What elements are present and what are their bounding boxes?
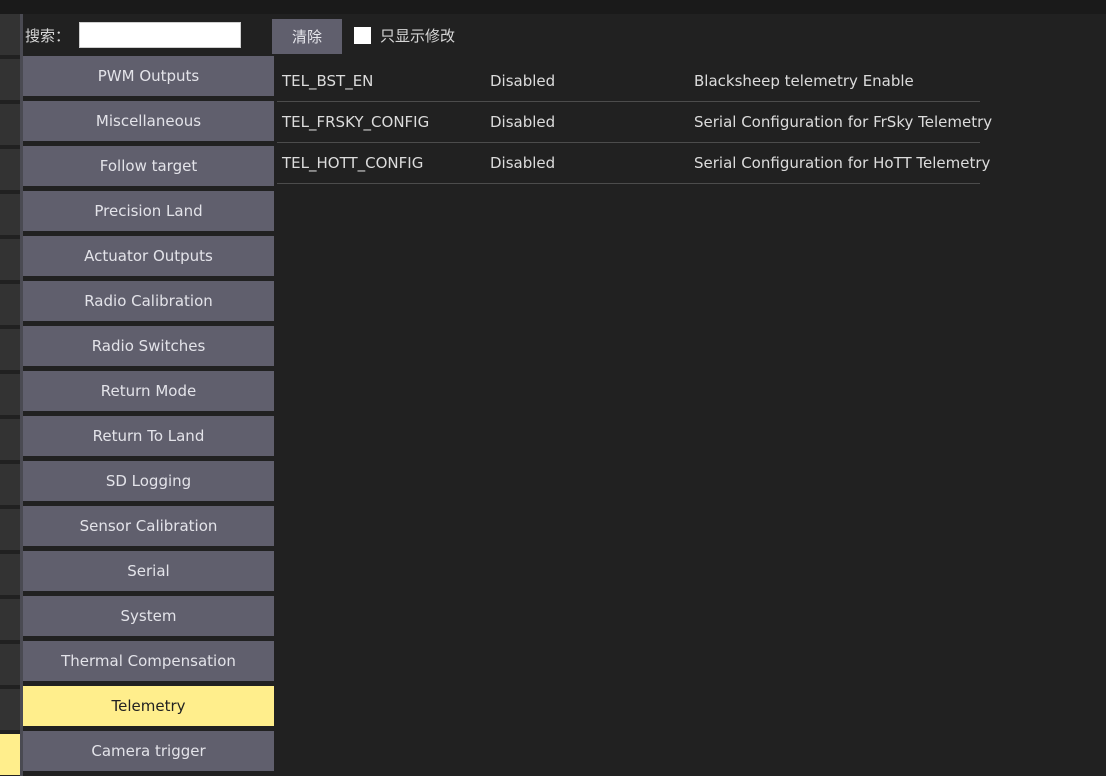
sidebar-item-follow-target[interactable]: Follow target: [23, 146, 274, 186]
sidebar-item-precision-land[interactable]: Precision Land: [23, 191, 274, 231]
sidebar-item-label: System: [120, 607, 177, 625]
sidebar-item-label: Thermal Compensation: [61, 652, 236, 670]
sidebar-item-label: Sensor Calibration: [79, 517, 218, 535]
sidebar-item-telemetry[interactable]: Telemetry: [23, 686, 274, 726]
window-top-strip: [0, 0, 1106, 14]
sidebar-item-label: Follow target: [99, 157, 198, 175]
left-clipped-item[interactable]: [0, 599, 20, 640]
left-clipped-item[interactable]: [0, 689, 20, 730]
param-name: TEL_FRSKY_CONFIG: [282, 113, 430, 131]
left-clipped-item[interactable]: [0, 464, 20, 505]
left-clipped-item[interactable]: [0, 194, 20, 235]
left-clipped-item[interactable]: [0, 554, 20, 595]
param-value: Disabled: [490, 154, 556, 172]
sidebar-item-label: Radio Calibration: [84, 292, 213, 310]
param-description: Serial Configuration for HoTT Telemetry: [694, 154, 991, 172]
left-clipped-item[interactable]: [0, 734, 20, 775]
left-clipped-item[interactable]: [0, 329, 20, 370]
table-row[interactable]: TEL_BST_EN Disabled Blacksheep telemetry E…: [277, 61, 980, 102]
left-clipped-item[interactable]: [0, 59, 20, 100]
sidebar-item-label: Camera trigger: [91, 742, 206, 760]
sidebar-item-system[interactable]: System: [23, 596, 274, 636]
param-value: Disabled: [490, 72, 556, 90]
sidebar-item-sd-logging[interactable]: SD Logging: [23, 461, 274, 501]
sidebar-item-serial[interactable]: Serial: [23, 551, 274, 591]
sidebar-item-label: Telemetry: [111, 697, 186, 715]
param-name: TEL_BST_EN: [282, 72, 374, 90]
sidebar-item-radio-calibration[interactable]: Radio Calibration: [23, 281, 274, 321]
sidebar-item-label: Precision Land: [94, 202, 203, 220]
show-modified-label: 只显示修改: [380, 27, 456, 45]
show-modified-checkbox[interactable]: [354, 27, 371, 44]
sidebar-item-sensor-calibration[interactable]: Sensor Calibration: [23, 506, 274, 546]
left-clipped-item[interactable]: [0, 104, 20, 145]
table-row[interactable]: TEL_FRSKY_CONFIG Disabled Serial Configura…: [277, 102, 992, 143]
sidebar-item-actuator-outputs[interactable]: Actuator Outputs: [23, 236, 274, 276]
sidebar-item-label: Actuator Outputs: [84, 247, 213, 265]
sidebar-item-label: SD Logging: [105, 472, 192, 490]
sidebar-item-pwm-outputs[interactable]: PWM Outputs: [23, 56, 274, 96]
search-input[interactable]: [79, 22, 241, 48]
table-row[interactable]: TEL_HOTT_CONFIG Disabled Serial Configurat…: [277, 143, 990, 184]
left-clipped-item[interactable]: [0, 149, 20, 190]
sidebar-item-return-to-land[interactable]: Return To Land: [23, 416, 274, 456]
left-clipped-item[interactable]: [0, 284, 20, 325]
sidebar-item-return-mode[interactable]: Return Mode: [23, 371, 274, 411]
param-name: TEL_HOTT_CONFIG: [282, 154, 424, 172]
parameter-table[interactable]: TEL_BST_EN Disabled Blacksheep telemetry E…: [277, 61, 992, 184]
sidebar-item-label: Miscellaneous: [95, 112, 202, 130]
search-toolbar: 搜索： 清除 只显示修改: [23, 14, 1106, 56]
param-value: Disabled: [490, 113, 556, 131]
sidebar-item-camera-trigger[interactable]: Camera trigger: [23, 731, 274, 771]
param-description: Serial Configuration for FrSky Telemetry: [694, 113, 993, 131]
sidebar-item-label: PWM Outputs: [97, 67, 200, 85]
show-modified-control[interactable]: 只显示修改: [354, 25, 455, 46]
left-clipped-item[interactable]: [0, 509, 20, 550]
left-clipped-item[interactable]: [0, 239, 20, 280]
left-clipped-item[interactable]: [0, 644, 20, 685]
sidebar-item-thermal-compensation[interactable]: Thermal Compensation: [23, 641, 274, 681]
parameters-window: r 搜索： 清除 只显示修改 PWM Outputs Miscellaneous F…: [0, 0, 1106, 776]
clear-button[interactable]: 清除: [272, 19, 342, 54]
left-clipped-panel[interactable]: r: [0, 14, 20, 776]
search-label: 搜索：: [25, 27, 71, 45]
parameter-group-list[interactable]: PWM Outputs Miscellaneous Follow target Pre…: [23, 56, 274, 776]
sidebar-item-miscellaneous[interactable]: Miscellaneous: [23, 101, 274, 141]
param-description: Blacksheep telemetry Enable: [694, 72, 914, 90]
sidebar-item-label: Return Mode: [100, 382, 197, 400]
sidebar-item-radio-switches[interactable]: Radio Switches: [23, 326, 274, 366]
left-clipped-item[interactable]: [0, 419, 20, 460]
left-clipped-item[interactable]: [0, 374, 20, 415]
sidebar-item-label: Radio Switches: [91, 337, 206, 355]
sidebar-item-label: Return To Land: [92, 427, 205, 445]
left-clipped-item[interactable]: [0, 14, 20, 55]
sidebar-item-label: Serial: [127, 562, 170, 580]
